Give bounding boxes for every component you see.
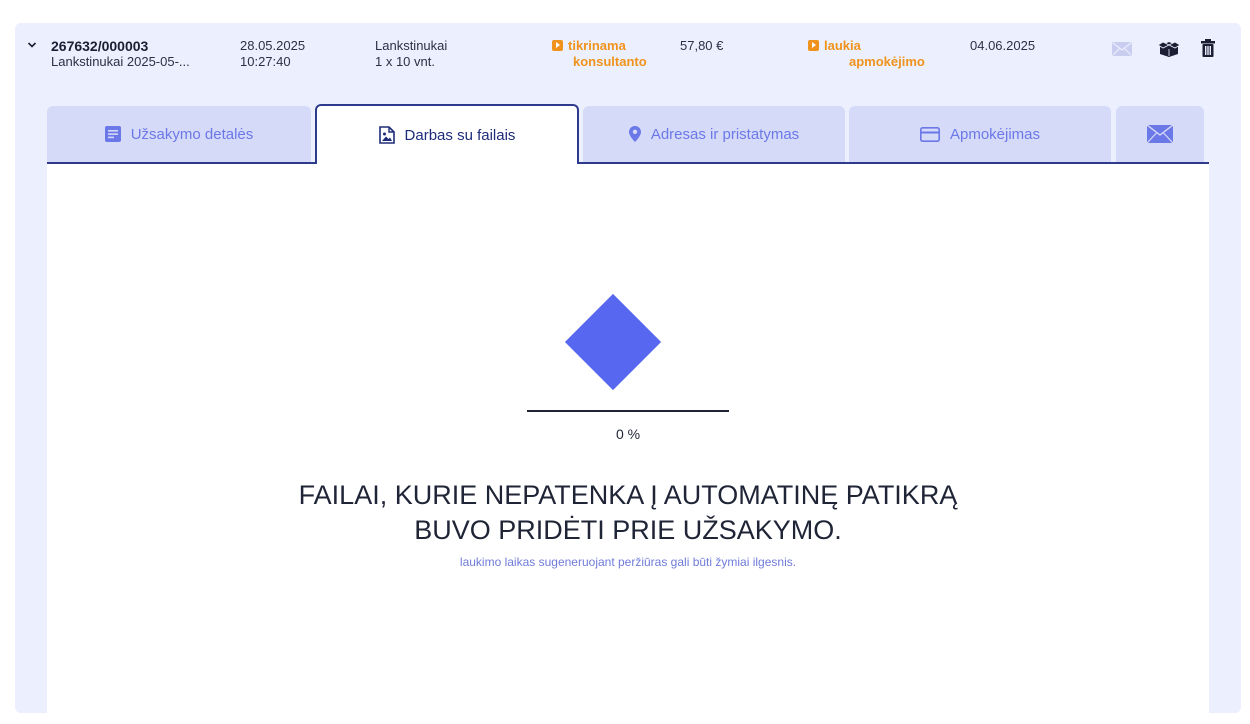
tab-label: Darbas su failais <box>404 126 516 144</box>
files-message-line2: BUVO PRIDĖTI PRIE UŽSAKYMO. <box>414 515 842 545</box>
tab-address-delivery[interactable]: Adresas ir pristatymas <box>583 106 845 162</box>
order-price: 57,80 € <box>680 38 724 53</box>
order-id-block: 267632/000003 Lankstinukai 2025-05-... <box>51 38 190 70</box>
credit-card-icon <box>919 126 940 142</box>
tab-messages[interactable] <box>1116 106 1204 162</box>
upload-progress-indicator <box>564 293 662 391</box>
files-message: FAILAI, KURIE NEPATENKA Į AUTOMATINĘ PAT… <box>160 478 1096 548</box>
payment-status: laukia apmokėjimo <box>808 38 925 70</box>
files-message-line1: FAILAI, KURIE NEPATENKA Į AUTOMATINĘ PAT… <box>298 480 958 510</box>
envelope-icon[interactable] <box>1112 42 1132 56</box>
tab-payment[interactable]: Apmokėjimas <box>849 106 1111 162</box>
progress-track <box>527 410 729 412</box>
chevron-down-icon[interactable] <box>27 40 37 50</box>
order-created: 28.05.2025 10:27:40 <box>240 38 305 70</box>
payment-flag-icon <box>808 40 819 51</box>
order-subtitle: Lankstinukai 2025-05-... <box>51 54 190 69</box>
tab-order-details[interactable]: Užsakymo detalės <box>47 106 311 162</box>
due-date: 04.06.2025 <box>970 38 1036 53</box>
order-summary-row[interactable]: 267632/000003 Lankstinukai 2025-05-... 2… <box>15 23 1241 103</box>
tab-files[interactable]: Darbas su failais <box>315 104 579 164</box>
tab-label: Apmokėjimas <box>949 125 1041 143</box>
product-quantity: 1 x 10 vnt. <box>375 54 435 69</box>
order-status: tikrinama konsultanto <box>552 38 647 70</box>
order-id: 267632/000003 <box>51 38 149 54</box>
progress-diamond-icon <box>564 293 662 391</box>
payment-line2: apmokėjimo <box>849 54 925 69</box>
order-product: Lankstinukai 1 x 10 vnt. <box>375 38 447 70</box>
tab-label: Adresas ir pristatymas <box>650 125 800 143</box>
location-pin-icon <box>628 126 641 142</box>
tab-label: Užsakymo detalės <box>130 125 254 143</box>
status-line2: konsultanto <box>573 54 647 69</box>
product-name: Lankstinukai <box>375 38 448 53</box>
trash-icon[interactable] <box>1201 39 1215 57</box>
order-date: 28.05.2025 <box>240 38 306 53</box>
files-panel <box>47 164 1209 724</box>
files-wait-note: laukimo laikas sugeneruojant peržiūras g… <box>459 555 797 569</box>
document-icon <box>104 126 121 142</box>
progress-percent: 0 % <box>615 426 641 442</box>
order-time: 10:27:40 <box>240 54 291 69</box>
box-icon[interactable] <box>1158 41 1180 57</box>
status-line1: tikrinama <box>568 38 626 53</box>
status-flag-icon <box>552 40 563 51</box>
tab-underline <box>47 162 1209 164</box>
payment-line1: laukia <box>824 38 861 53</box>
envelope-icon <box>1147 125 1173 143</box>
image-file-icon <box>378 126 395 144</box>
